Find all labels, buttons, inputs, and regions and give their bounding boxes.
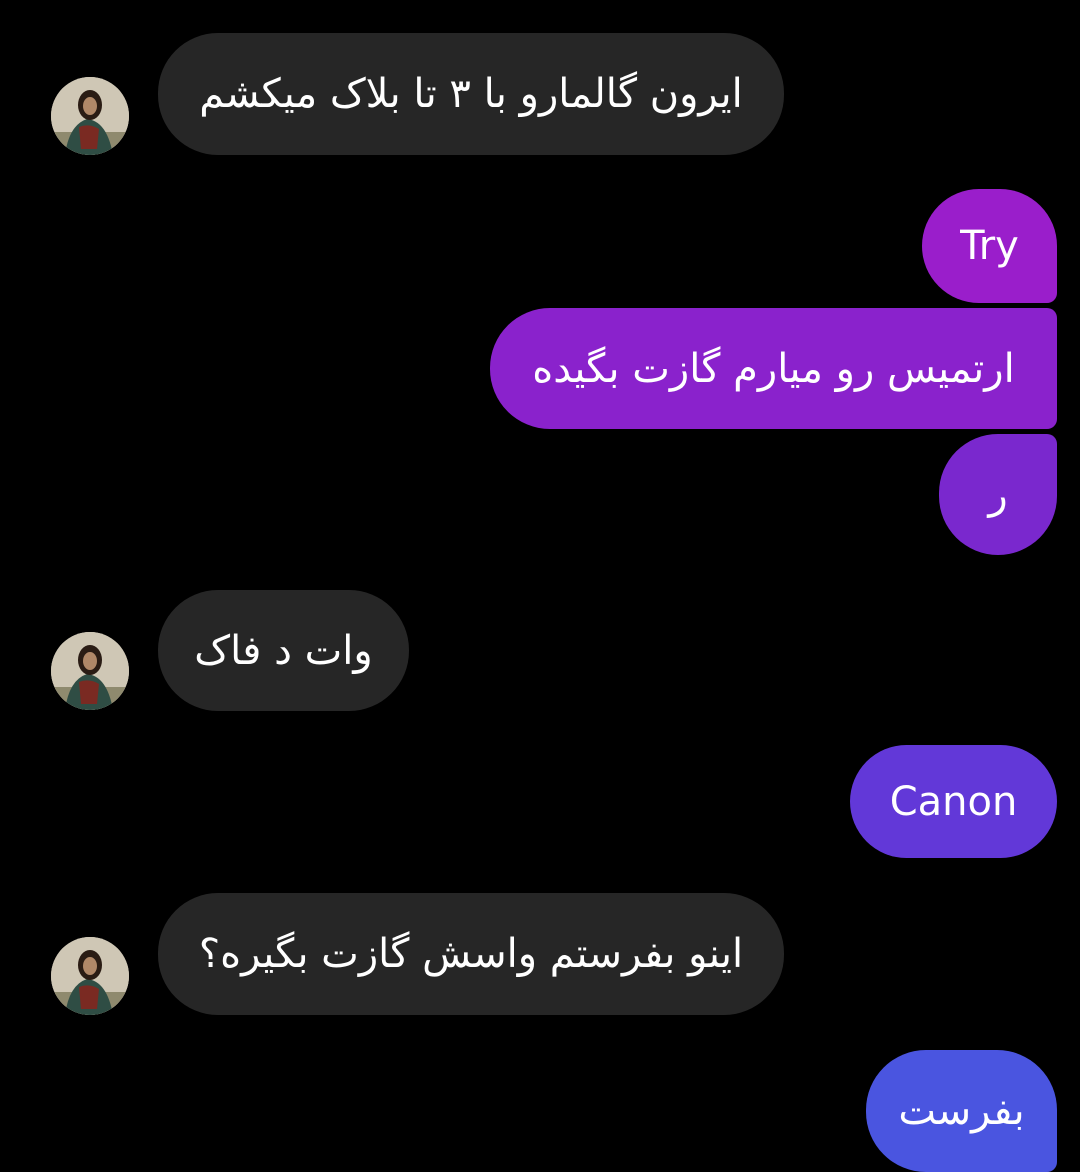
message-text: ایرون گالمارو با ۳ تا بلاک میکشم: [199, 71, 743, 117]
message-bubble-incoming[interactable]: اینو بفرستم واسش گازت بگیره؟: [158, 893, 784, 1015]
message-text: وات د فاک: [194, 627, 373, 674]
sender-avatar[interactable]: [51, 632, 129, 710]
message-bubble-outgoing[interactable]: Canon: [850, 745, 1057, 858]
sender-avatar[interactable]: [51, 77, 129, 155]
sender-avatar[interactable]: [51, 937, 129, 1015]
message-text: ر: [988, 471, 1008, 518]
message-bubble-outgoing[interactable]: Try: [922, 189, 1057, 303]
message-bubble-outgoing[interactable]: بفرست: [866, 1050, 1057, 1172]
profile-photo-avatar-icon: [51, 77, 129, 155]
message-text: Canon: [889, 778, 1018, 825]
message-bubble-incoming[interactable]: ایرون گالمارو با ۳ تا بلاک میکشم: [158, 33, 784, 155]
profile-photo-avatar-icon: [51, 632, 129, 710]
message-text: Try: [960, 223, 1019, 269]
message-text: ارتمیس رو میارم گازت بگیده: [532, 345, 1015, 392]
profile-photo-avatar-icon: [51, 937, 129, 1015]
message-bubble-incoming[interactable]: وات د فاک: [158, 590, 409, 711]
message-bubble-outgoing[interactable]: ارتمیس رو میارم گازت بگیده: [490, 308, 1057, 429]
message-bubble-outgoing[interactable]: ر: [939, 434, 1057, 555]
message-text: اینو بفرستم واسش گازت بگیره؟: [198, 931, 744, 977]
message-text: بفرست: [898, 1088, 1025, 1134]
